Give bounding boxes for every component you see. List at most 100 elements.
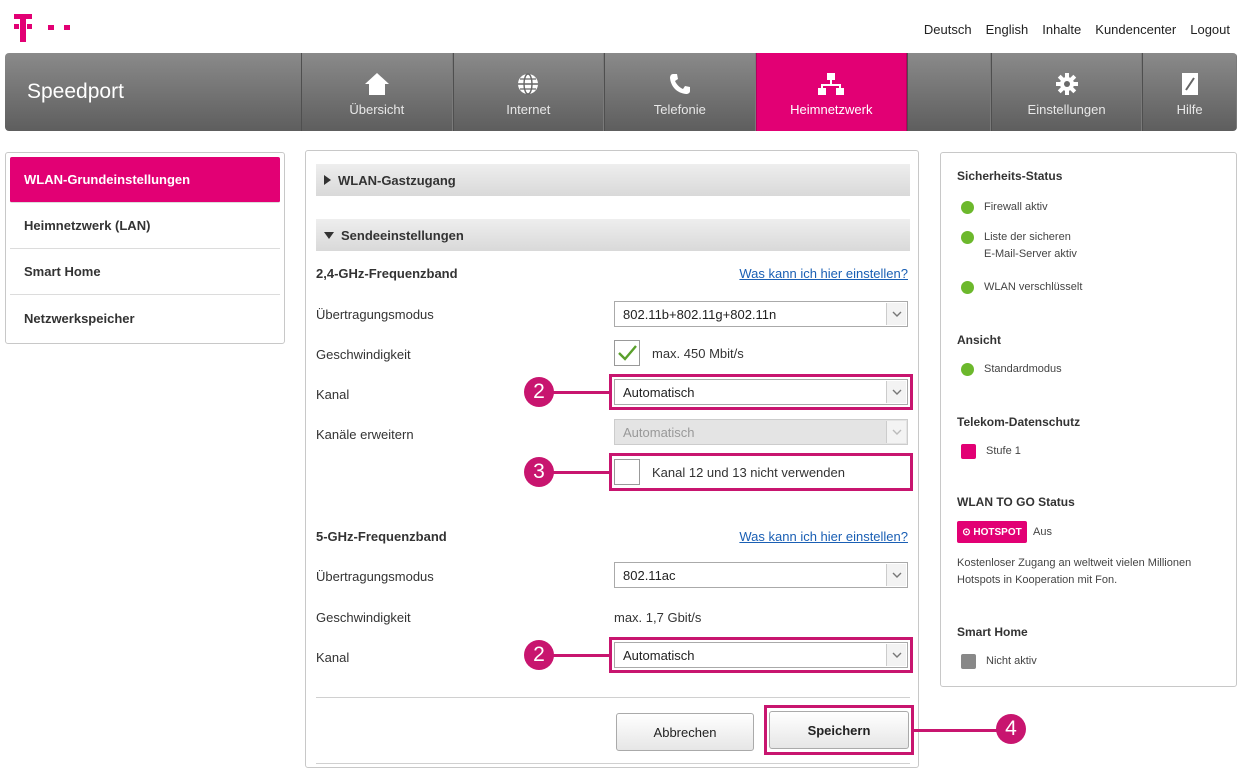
status-privacy-level: Stufe 1 [961,443,1021,460]
phone-icon [669,74,690,94]
band5-mode-select[interactable]: 802.11ac [614,562,908,588]
network-icon [818,73,845,95]
status-ok-icon [961,231,974,244]
highlight-box [609,374,913,410]
gear-icon [1055,73,1078,95]
annotation-marker: 3 [524,457,554,487]
nav-label: Hilfe [1176,102,1203,117]
status-smart-home: Nicht aktiv [961,653,1037,670]
chevron-down-icon [886,303,906,325]
privacy-person-icon [961,444,976,459]
hotspot-state: Aus [1033,526,1052,538]
nav-label: Einstellungen [1027,102,1106,117]
status-firewall: Firewall aktiv [961,199,1048,216]
status-ok-icon [961,363,974,376]
status-text: Stufe 1 [986,445,1021,457]
guest-access-section-toggle[interactable]: WLAN-Gastzugang [316,164,910,196]
status-text-line: Liste der sicheren [984,231,1071,243]
sidebar: WLAN-Grundeinstellungen Heimnetzwerk (LA… [5,152,285,344]
band24-mode-select[interactable]: 802.11b+802.11g+802.11n [614,301,908,327]
sidebar-item-netzwerkspeicher[interactable]: Netzwerkspeicher [10,295,280,341]
band24-extend-select: Automatisch [614,419,908,445]
wlan-to-go-title: WLAN TO GO Status [957,495,1075,509]
status-text: Liste der sicheren E-Mail-Server aktiv [984,229,1077,263]
nav-label: Internet [506,102,551,117]
highlight-box [764,705,914,755]
sidebar-item-heimnetzwerk-lan[interactable]: Heimnetzwerk (LAN) [10,203,280,249]
nav-telefonie[interactable]: Telefonie [604,53,756,131]
select-value: Automatisch [623,424,695,440]
nav-einstellungen[interactable]: Einstellungen [990,53,1143,131]
customer-center-link[interactable]: Kundencenter [1095,22,1176,37]
lang-deutsch-link[interactable]: Deutsch [924,22,972,37]
triangle-down-icon [324,231,334,239]
cancel-button[interactable]: Abbrechen [616,713,754,751]
wlan-settings-panel: WLAN-Gastzugang Sendeeinstellungen 2,4-G… [305,150,919,768]
send-settings-section-toggle[interactable]: Sendeeinstellungen [316,219,910,251]
nav-label: Heimnetzwerk [790,102,873,117]
view-title: Ansicht [957,333,1002,347]
band24-help-link[interactable]: Was kann ich hier einstellen? [739,266,908,281]
top-links: Deutsch English Inhalte Kundencenter Log… [924,22,1230,37]
hotspot-badge-label: HOTSPOT [973,526,1022,538]
annotation-connector [552,471,610,474]
wifi-icon: ⊙ [962,526,974,538]
status-text: Standardmodus [984,363,1062,375]
hotspot-badge: ⊙ HOTSPOT [957,521,1027,543]
divider [316,763,910,764]
band5-title: 5-GHz-Frequenzband [316,529,447,544]
select-value: 802.11b+802.11g+802.11n [623,306,777,322]
nav-hilfe[interactable]: Hilfe [1142,53,1237,131]
globe-icon [518,73,539,95]
triangle-right-icon [324,175,331,185]
band5-mode-label: Übertragungsmodus [316,569,434,584]
security-status-title: Sicherheits-Status [957,169,1063,183]
nav-internet[interactable]: Internet [452,53,605,131]
status-ok-icon [961,201,974,214]
logout-link[interactable]: Logout [1190,22,1230,37]
annotation-connector [552,391,610,394]
highlight-box [609,453,913,491]
contents-link[interactable]: Inhalte [1042,22,1081,37]
band24-extend-label: Kanäle erweitern [316,427,414,442]
nav-heimnetzwerk[interactable]: Heimnetzwerk [755,53,908,131]
house-icon [364,73,389,95]
band5-help-link[interactable]: Was kann ich hier einstellen? [739,529,908,544]
sidebar-item-wlan-grundeinstellungen[interactable]: WLAN-Grundeinstellungen [10,157,280,203]
band24-speed-value: max. 450 Mbit/s [652,346,744,361]
status-text: Firewall aktiv [984,201,1048,213]
band5-speed-value: max. 1,7 Gbit/s [614,610,702,625]
annotation-connector [912,729,997,732]
annotation-marker: 2 [524,640,554,670]
brand-title: Speedport [27,80,124,103]
band24-speed-label: Geschwindigkeit [316,347,411,362]
checkmark-icon [618,345,637,361]
section-title: Sendeeinstellungen [341,227,464,243]
telekom-logo [12,10,92,44]
chevron-down-icon [886,564,906,586]
status-text-line: E-Mail-Server aktiv [984,248,1077,260]
status-safe-mail: Liste der sicheren E-Mail-Server aktiv [961,229,1077,263]
status-panel: Sicherheits-Status Firewall aktiv Liste … [940,152,1237,687]
annotation-marker: 2 [524,377,554,407]
highlight-box [609,637,913,673]
select-value: 802.11ac [623,567,676,583]
main-nav: Speedport Übersicht Internet Telefonie H… [5,53,1237,131]
help-book-icon [1181,73,1198,95]
nav-uebersicht[interactable]: Übersicht [301,53,453,131]
nav-label: Telefonie [653,102,706,117]
divider [316,697,910,698]
band5-channel-label: Kanal [316,650,350,665]
nav-label: Übersicht [349,102,405,117]
status-text: WLAN verschlüsselt [984,281,1083,293]
annotation-connector [552,654,610,657]
lang-english-link[interactable]: English [986,22,1029,37]
chevron-down-icon [886,421,906,443]
section-title: WLAN-Gastzugang [338,172,456,188]
sidebar-item-smart-home[interactable]: Smart Home [10,249,280,295]
nav-spacer [907,53,991,131]
band24-channel-label: Kanal [316,387,350,402]
status-wlan-encrypted: WLAN verschlüsselt [961,279,1082,296]
smart-home-device-icon [961,654,976,669]
band24-speed-checkbox[interactable] [614,340,640,366]
